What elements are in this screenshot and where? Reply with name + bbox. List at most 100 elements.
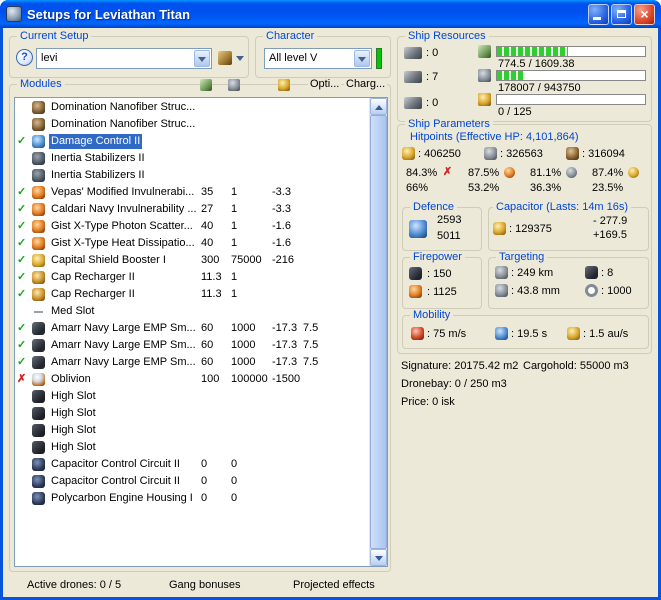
module-row[interactable]: ✓ Gist X-Type Heat Dissipatio... 40 1 -1.6 bbox=[15, 235, 370, 252]
module-value: 1 bbox=[231, 288, 238, 300]
module-value: 11.3 bbox=[201, 271, 222, 283]
module-row[interactable]: High Slot bbox=[15, 388, 370, 405]
help-icon[interactable] bbox=[16, 49, 33, 66]
module-row[interactable]: Domination Nanofiber Struc... bbox=[15, 99, 370, 116]
module-name: Capital Shield Booster I bbox=[51, 254, 166, 266]
module-row[interactable]: ✓ Amarr Navy Large EMP Sm... 60 1000 -17.3 7.… bbox=[15, 320, 370, 337]
setup-combo-dropdown[interactable] bbox=[194, 50, 210, 67]
module-name: High Slot bbox=[51, 424, 96, 436]
minimize-icon bbox=[593, 16, 601, 20]
module-row[interactable]: ✓ Amarr Navy Large EMP Sm... 60 1000 -17.3 7.… bbox=[15, 337, 370, 354]
setup-combo[interactable]: levi bbox=[36, 48, 212, 69]
shield-resist-value: 84.3% bbox=[406, 167, 438, 179]
shield-resist-value: 87.4% bbox=[592, 167, 624, 179]
module-row[interactable]: Inertia Stabilizers II bbox=[15, 150, 370, 167]
module-row[interactable]: ✓ Capital Shield Booster I 300 75000 -216 bbox=[15, 252, 370, 269]
module-row[interactable]: High Slot bbox=[15, 439, 370, 456]
module-row[interactable]: ✓ Damage Control II bbox=[15, 133, 370, 150]
module-row[interactable]: Domination Nanofiber Struc... bbox=[15, 116, 370, 133]
ship-parameters-group: Ship Parameters Hitpoints (Effective HP:… bbox=[397, 118, 652, 354]
module-value: -17.3 bbox=[272, 339, 298, 351]
turret-icon bbox=[32, 322, 45, 335]
projected-effects-panel[interactable]: Projected effects bbox=[293, 579, 375, 591]
fitted-check-icon: ✓ bbox=[17, 322, 27, 334]
module-name: Caldari Navy Invulnerability ... bbox=[51, 203, 197, 215]
module-row[interactable]: High Slot bbox=[15, 422, 370, 439]
fitted-check-icon: ✓ bbox=[17, 135, 27, 147]
scroll-up-icon[interactable] bbox=[370, 98, 387, 115]
module-name: Amarr Navy Large EMP Sm... bbox=[51, 322, 196, 334]
module-name: Med Slot bbox=[51, 305, 95, 317]
chevron-down-icon bbox=[236, 56, 244, 65]
module-row[interactable]: Inertia Stabilizers II bbox=[15, 167, 370, 184]
window-title: Setups for Leviathan Titan bbox=[27, 6, 191, 22]
scan-resolution-icon bbox=[495, 284, 508, 297]
setup-tools-button[interactable] bbox=[218, 50, 248, 68]
fitted-check-icon: ✓ bbox=[17, 271, 27, 283]
fitted-check-icon: ✓ bbox=[17, 203, 27, 215]
signature-value: Signature: 20175.42 m2 bbox=[401, 360, 519, 372]
module-value: 40 bbox=[201, 237, 214, 249]
module-name: Cap Recharger II bbox=[51, 271, 135, 283]
client-area: Current Setup levi Character All level V… bbox=[3, 28, 658, 597]
defence-icon bbox=[409, 220, 427, 238]
current-setup-group: Current Setup levi bbox=[9, 30, 249, 78]
gang-bonuses-panel[interactable]: Gang bonuses bbox=[169, 579, 241, 591]
module-row[interactable]: Capacitor Control Circuit II 0 0 bbox=[15, 456, 370, 473]
module-row[interactable]: Polycarbon Engine Housing I 0 0 bbox=[15, 490, 370, 507]
module-name: Gist X-Type Photon Scatter... bbox=[51, 220, 193, 232]
module-row[interactable]: ✓ Amarr Navy Large EMP Sm... 60 1000 -17.3 7.… bbox=[15, 354, 370, 371]
ship-resources-group: Ship Resources : 0 : 7 : 0 774.5 / 1609.… bbox=[397, 30, 652, 122]
highslot-icon bbox=[32, 441, 45, 454]
active-drones-panel[interactable]: Active drones: 0 / 5 bbox=[27, 579, 121, 591]
module-name: Amarr Navy Large EMP Sm... bbox=[51, 339, 196, 351]
scroll-down-icon[interactable] bbox=[370, 549, 387, 566]
module-row[interactable]: Med Slot bbox=[15, 303, 370, 320]
targeting-title: Targeting bbox=[496, 251, 548, 264]
max-targets-icon bbox=[585, 266, 598, 279]
damage-control-icon bbox=[32, 135, 45, 148]
character-combo-value: All level V bbox=[269, 52, 318, 64]
highslot-icon bbox=[32, 424, 45, 437]
module-row[interactable]: Capacitor Control Circuit II 0 0 bbox=[15, 473, 370, 490]
module-value: 1 bbox=[231, 271, 238, 283]
hitpoints-title: Hitpoints (Effective HP: 4,101,864) bbox=[410, 131, 579, 143]
module-row[interactable]: ✓ Cap Recharger II 11.3 1 bbox=[15, 286, 370, 303]
hardener-icon bbox=[32, 203, 45, 216]
module-value: 1000 bbox=[231, 339, 256, 351]
character-combo[interactable]: All level V bbox=[264, 48, 372, 69]
title-bar[interactable]: Setups for Leviathan Titan bbox=[0, 0, 661, 28]
module-row[interactable]: ✓ Caldari Navy Invulnerability ... 27 1 -3.3 bbox=[15, 201, 370, 218]
module-row[interactable]: ✗ Oblivion 100 100000 -1500 bbox=[15, 371, 370, 388]
rig-icon bbox=[32, 475, 45, 488]
window: Setups for Leviathan Titan Current Setup… bbox=[0, 0, 661, 600]
error-cross-icon: ✗ bbox=[17, 373, 27, 385]
module-list: Domination Nanofiber Struc... Domination … bbox=[15, 99, 370, 565]
structure-icon bbox=[566, 147, 579, 160]
turret-icon bbox=[32, 339, 45, 352]
drone-slots-icon bbox=[404, 97, 422, 109]
scroll-thumb[interactable] bbox=[370, 115, 387, 549]
module-value: -1.6 bbox=[272, 237, 291, 249]
shield-hp-value: : 406250 bbox=[418, 148, 461, 160]
firepower-title: Firepower bbox=[410, 251, 465, 264]
minimize-button[interactable] bbox=[588, 3, 609, 25]
module-row[interactable]: ✓ Gist X-Type Photon Scatter... 40 1 -1.6 bbox=[15, 218, 370, 235]
modules-scrollbar[interactable] bbox=[369, 98, 387, 566]
module-row[interactable]: ✓ Vepas' Modified Invulnerabi... 35 1 -3.3 bbox=[15, 184, 370, 201]
module-value: 60 bbox=[201, 322, 214, 334]
character-combo-dropdown[interactable] bbox=[354, 50, 370, 67]
module-row[interactable]: High Slot bbox=[15, 405, 370, 422]
defence-bottom-value: 5011 bbox=[437, 230, 461, 242]
module-row[interactable]: ✓ Cap Recharger II 11.3 1 bbox=[15, 269, 370, 286]
module-value: 100000 bbox=[231, 373, 268, 385]
nanofiber-icon bbox=[32, 118, 45, 131]
chevron-down-icon bbox=[198, 57, 206, 66]
fitted-check-icon: ✓ bbox=[17, 339, 27, 351]
defence-box: Defence 2593 5011 bbox=[402, 201, 482, 251]
close-button[interactable] bbox=[634, 3, 655, 25]
module-value: 60 bbox=[201, 339, 214, 351]
module-value: 35 bbox=[201, 186, 214, 198]
maximize-button[interactable] bbox=[611, 3, 632, 25]
firepower-box: Firepower : 150 : 1125 bbox=[402, 251, 482, 309]
